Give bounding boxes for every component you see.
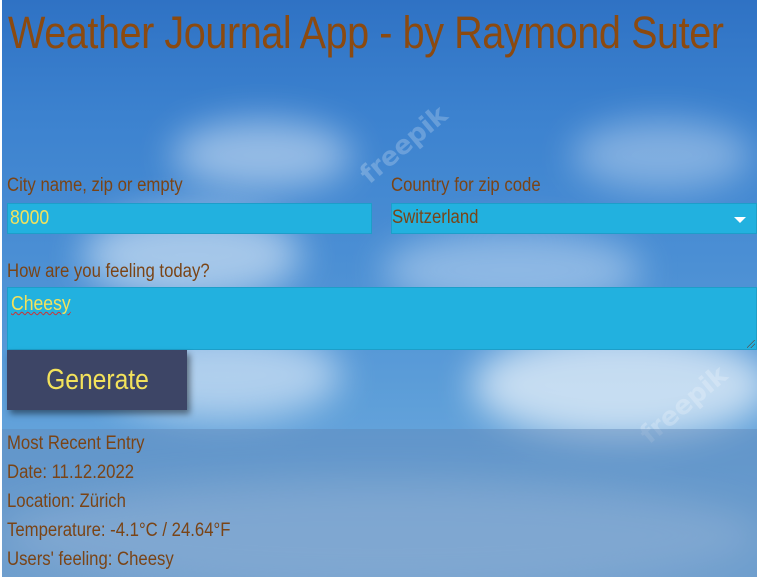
country-select-value: Switzerland	[392, 207, 479, 228]
resize-handle-icon[interactable]	[747, 340, 755, 348]
entry-temperature: Temperature: -4.1°C / 24.64°F	[7, 520, 231, 541]
generate-button[interactable]: Generate	[7, 350, 187, 410]
country-select[interactable]: Switzerland	[391, 203, 757, 234]
entry-date: Date: 11.12.2022	[7, 462, 135, 483]
feeling-textarea[interactable]: Cheesy	[7, 287, 757, 350]
page-title: Weather Journal App - by Raymond Suter	[8, 7, 724, 58]
feeling-label: How are you feeling today?	[7, 261, 210, 282]
cloud	[172, 120, 352, 190]
entry-location: Location: Zürich	[7, 491, 126, 512]
entry-feeling: Users' feeling: Cheesy	[7, 549, 174, 570]
city-input[interactable]: 8000	[7, 203, 372, 234]
cloud	[572, 120, 752, 190]
city-label: City name, zip or empty	[7, 175, 183, 196]
chevron-down-icon[interactable]	[734, 217, 746, 223]
city-input-value: 8000	[10, 207, 50, 229]
country-label: Country for zip code	[391, 175, 541, 196]
generate-button-label: Generate	[45, 363, 149, 396]
entry-heading: Most Recent Entry	[7, 433, 145, 454]
recent-entry-panel: Most Recent Entry Date: 11.12.2022 Locat…	[2, 429, 757, 577]
page-background: freepik freepik Weather Journal App - by…	[2, 0, 757, 577]
feeling-textarea-value: Cheesy	[11, 293, 71, 315]
